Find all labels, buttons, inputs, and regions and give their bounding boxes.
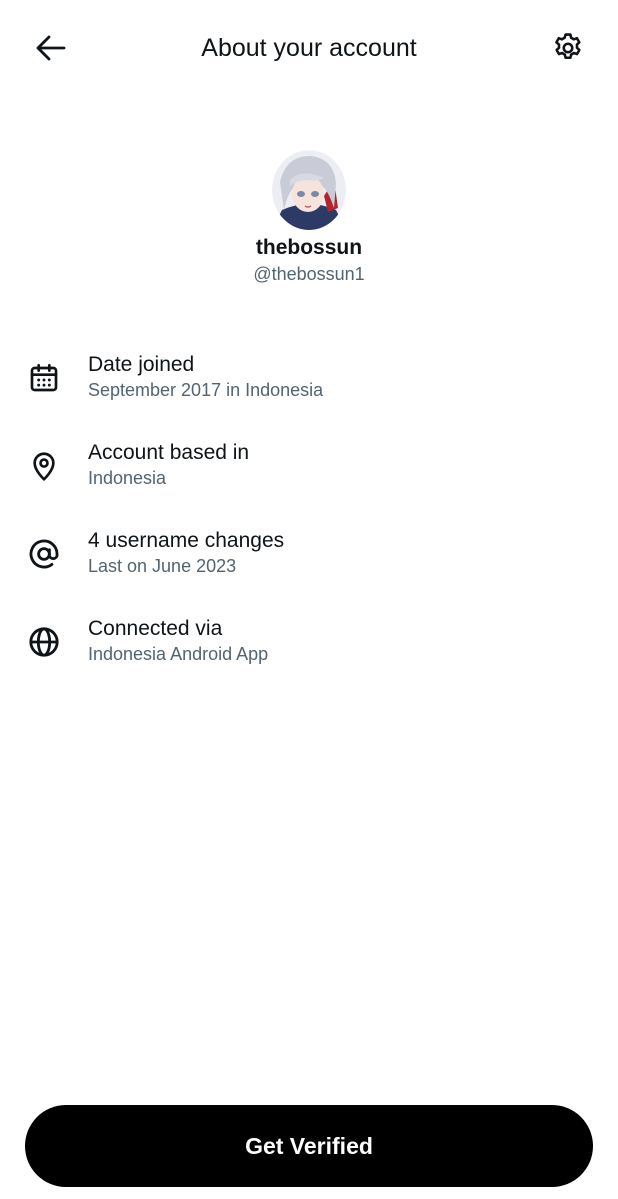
gear-icon <box>551 31 585 70</box>
at-sign-icon <box>26 536 62 572</box>
top-bar: About your account <box>0 0 618 98</box>
info-row-username-changes: 4 username changes Last on June 2023 <box>0 528 618 616</box>
settings-button[interactable] <box>546 28 590 72</box>
info-value: Last on June 2023 <box>88 556 237 576</box>
profile-section: thebossun @thebossun1 <box>0 150 618 285</box>
globe-icon <box>26 624 62 660</box>
info-row-date-joined: Date joined September 2017 in Indonesia <box>0 352 618 440</box>
info-value: Indonesia <box>88 468 167 488</box>
calendar-icon <box>26 360 62 396</box>
info-value: September 2017 in Indonesia <box>88 380 324 400</box>
get-verified-button[interactable]: Get Verified <box>25 1105 593 1187</box>
info-label: 4 username changes <box>88 529 285 552</box>
info-row-connected-via: Connected via Indonesia Android App <box>0 616 618 704</box>
info-row-account-based-in: Account based in Indonesia <box>0 440 618 528</box>
info-label: Connected via <box>88 617 223 640</box>
avatar[interactable] <box>272 150 346 230</box>
location-pin-icon <box>26 448 62 484</box>
display-name: thebossun <box>255 236 363 259</box>
account-info-list: Date joined September 2017 in Indonesia … <box>0 352 618 704</box>
page-title: About your account <box>201 34 417 62</box>
username-handle: @thebossun1 <box>253 264 365 284</box>
info-value: Indonesia Android App <box>88 644 269 664</box>
info-label: Account based in <box>88 441 250 464</box>
info-label: Date joined <box>88 353 195 376</box>
